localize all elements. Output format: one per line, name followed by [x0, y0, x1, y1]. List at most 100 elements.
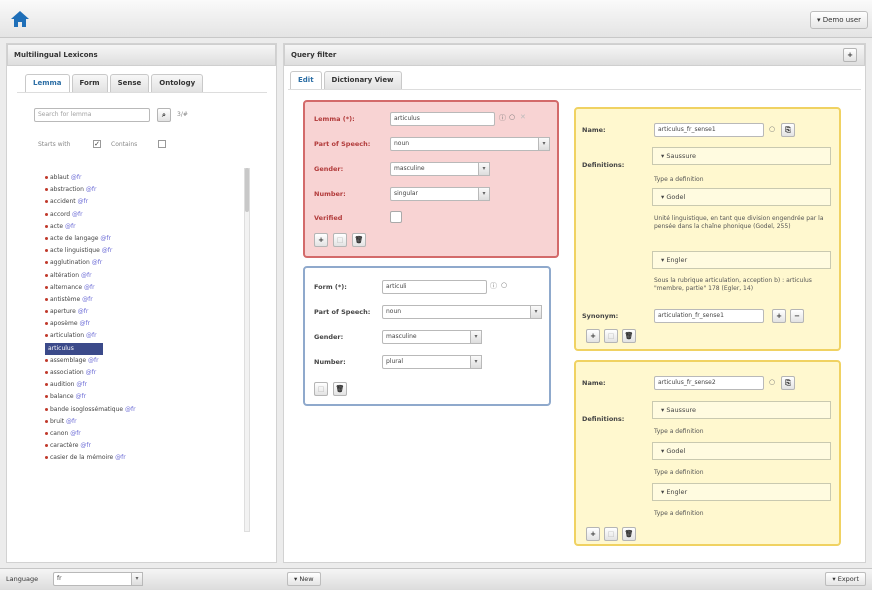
add-button[interactable]: +	[586, 527, 600, 541]
lemma-list-item[interactable]: abstraction @fr	[45, 184, 235, 196]
definition-text[interactable]: Type a definition	[654, 510, 704, 518]
lemma-list-item[interactable]: aperture @fr	[45, 306, 235, 318]
definition-text[interactable]: Type a definition	[654, 469, 704, 477]
add-button[interactable]: +	[586, 329, 600, 343]
comment-icon[interactable]: ○	[769, 378, 775, 386]
edit-button[interactable]: □	[314, 382, 328, 396]
definition-header-engler[interactable]: ▾ Engler	[652, 251, 831, 269]
definition-text[interactable]: Unité linguistique, en tant que division…	[654, 215, 826, 231]
sense-name-input[interactable]: articulus_fr_sense1	[654, 123, 764, 137]
link-button[interactable]: ⎘	[781, 376, 795, 390]
tab-lemma[interactable]: Lemma	[25, 74, 70, 92]
bullet-icon	[45, 261, 48, 265]
lemma-list-item[interactable]: assemblage @fr	[45, 355, 235, 367]
bullet-icon	[45, 431, 48, 435]
comment-icon[interactable]: ○	[509, 113, 515, 121]
tab-ontology[interactable]: Ontology	[151, 74, 204, 92]
edit-button[interactable]: □	[604, 527, 618, 541]
definition-text[interactable]: Type a definition	[654, 428, 704, 436]
edit-button[interactable]: □	[333, 233, 347, 247]
lexicon-tabs: Lemma Form Sense Ontology	[25, 74, 204, 92]
lemma-list-scrollbar[interactable]	[244, 168, 250, 532]
lemma-list-item[interactable]: antistème @fr	[45, 294, 235, 306]
lemma-input[interactable]: articulus	[390, 112, 495, 126]
gender-select[interactable]: masculine ▾	[390, 162, 490, 176]
lemma-list-item[interactable]: association @fr	[45, 367, 235, 379]
lemma-list-item[interactable]: canon @fr	[45, 428, 235, 440]
contains-checkbox[interactable]	[158, 140, 166, 148]
lemma-language-tag: @fr	[88, 356, 99, 364]
sense-name-label: Name:	[582, 126, 606, 134]
lemma-list-item[interactable]: acte @fr	[45, 221, 235, 233]
add-button[interactable]: +	[843, 48, 857, 62]
tab-dictionary-view[interactable]: Dictionary View	[323, 71, 402, 89]
lemma-list-item[interactable]: accident @fr	[45, 196, 235, 208]
lemma-list-item[interactable]: bruit @fr	[45, 416, 235, 428]
home-icon[interactable]	[10, 9, 30, 29]
lemma-list-item[interactable]: altération @fr	[45, 270, 235, 282]
delete-button[interactable]: 🗑	[352, 233, 366, 247]
info-icon[interactable]: ⓘ	[499, 113, 506, 123]
search-button[interactable]: ⌕	[157, 108, 171, 122]
bullet-icon	[45, 334, 48, 338]
lemma-list-item[interactable]: articulation @fr	[45, 330, 235, 342]
delete-button[interactable]: 🗑	[622, 527, 636, 541]
add-form-button[interactable]: +	[314, 233, 328, 247]
link-button[interactable]: ⎘	[781, 123, 795, 137]
lemma-list-item[interactable]: agglutination @fr	[45, 257, 235, 269]
starts-with-checkbox[interactable]: ✓	[93, 140, 101, 148]
edit-button[interactable]: □	[604, 329, 618, 343]
new-button[interactable]: ▾ New	[287, 572, 321, 586]
lemma-list-item[interactable]: bande isoglossématique @fr	[45, 404, 235, 416]
delete-button[interactable]: 🗑	[622, 329, 636, 343]
lemma-list-item[interactable]: acte de langage @fr	[45, 233, 235, 245]
lemma-list-item[interactable]: aposème @fr	[45, 318, 235, 330]
definition-header-engler[interactable]: ▾ Engler	[652, 483, 831, 501]
tab-edit[interactable]: Edit	[290, 71, 322, 89]
link-icon[interactable]: ✕	[520, 113, 526, 121]
form-pos-select[interactable]: noun ▾	[382, 305, 542, 319]
pos-select[interactable]: noun ▾	[390, 137, 550, 151]
definition-header-saussure[interactable]: ▾ Saussure	[652, 147, 831, 165]
lemma-list-item[interactable]: casier de la mémoire @fr	[45, 452, 235, 464]
verified-checkbox[interactable]	[390, 211, 402, 223]
comment-icon[interactable]: ○	[769, 125, 775, 133]
add-synonym-button[interactable]: +	[772, 309, 786, 323]
form-number-value: plural	[386, 358, 404, 365]
tab-form[interactable]: Form	[71, 74, 108, 92]
form-pos-label: Part of Speech:	[314, 308, 371, 316]
info-icon[interactable]: ⓘ	[490, 281, 497, 291]
definition-header-godel[interactable]: ▾ Godel	[652, 442, 831, 460]
form-gender-select[interactable]: masculine ▾	[382, 330, 482, 344]
user-menu-button[interactable]: ▾ Demo user	[809, 11, 868, 29]
number-select[interactable]: singular ▾	[390, 187, 490, 201]
lemma-list-item[interactable]: acte linguistique @fr	[45, 245, 235, 257]
definition-text[interactable]: Sous la rubrique articulation, acception…	[654, 277, 829, 293]
lemma-list-item[interactable]: articulus	[45, 342, 103, 355]
lemma-list-item[interactable]: balance @fr	[45, 391, 235, 403]
language-select[interactable]: fr ▾	[53, 572, 143, 586]
delete-button[interactable]: 🗑	[333, 382, 347, 396]
remove-synonym-button[interactable]: −	[790, 309, 804, 323]
definition-header-saussure[interactable]: ▾ Saussure	[652, 401, 831, 419]
lemma-language-tag: @fr	[115, 454, 126, 462]
tab-sense[interactable]: Sense	[109, 74, 150, 92]
lemma-name: acte de langage	[50, 234, 99, 242]
comment-icon[interactable]: ○	[501, 281, 507, 289]
lemma-list-item[interactable]: alternance @fr	[45, 282, 235, 294]
definition-header-godel[interactable]: ▾ Godel	[652, 188, 831, 206]
synonym-input[interactable]: articulation_fr_sense1	[654, 309, 764, 323]
contains-label: Contains	[111, 141, 138, 148]
form-input[interactable]: articuli	[382, 280, 487, 294]
lemma-search-input[interactable]: Search for lemma	[34, 108, 150, 122]
scroll-thumb[interactable]	[245, 168, 249, 212]
lemma-list-item[interactable]: ablaut @fr	[45, 172, 235, 184]
lemma-list-item[interactable]: audition @fr	[45, 379, 235, 391]
sense-name-input[interactable]: articulus_fr_sense2	[654, 376, 764, 390]
export-button[interactable]: ▾ Export	[825, 572, 866, 586]
definition-text[interactable]: Type a definition	[654, 176, 829, 184]
form-number-select[interactable]: plural ▾	[382, 355, 482, 369]
lemma-list-item[interactable]: caractère @fr	[45, 440, 235, 452]
lemma-list-item[interactable]: accord @fr	[45, 209, 235, 221]
bullet-icon	[45, 444, 48, 448]
